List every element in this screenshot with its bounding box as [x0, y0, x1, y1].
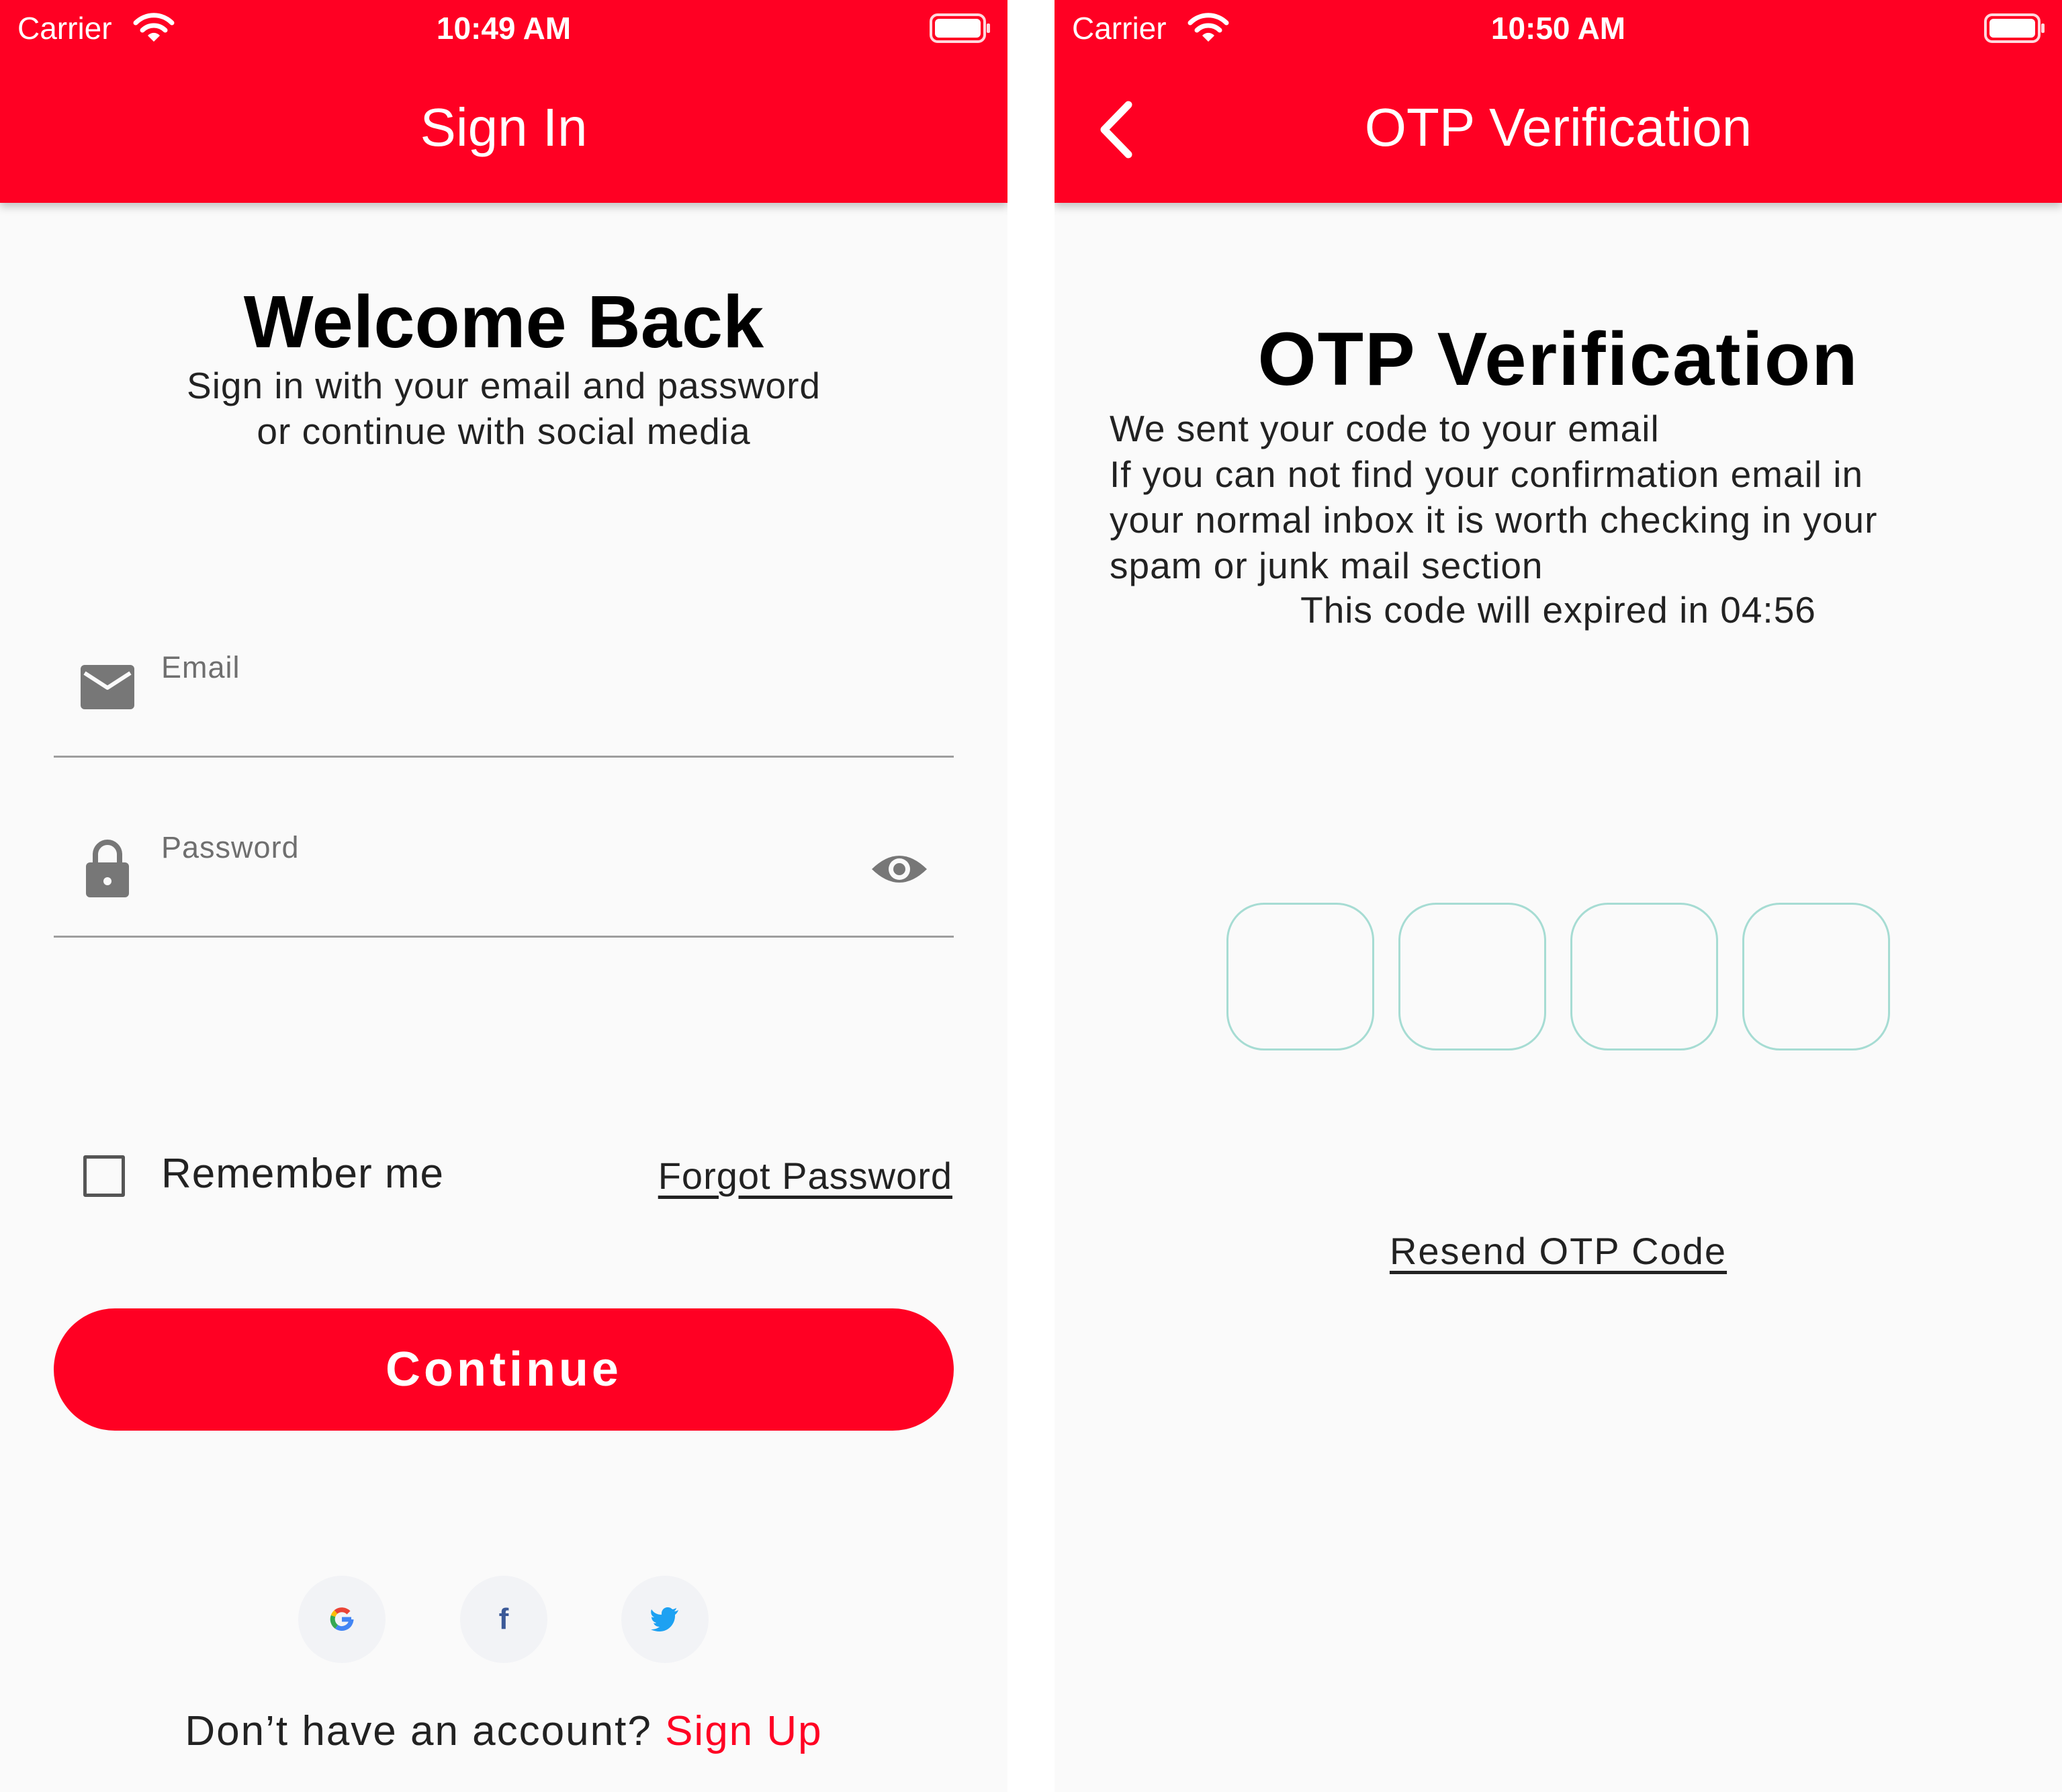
google-icon — [330, 1607, 354, 1631]
twitter-button[interactable] — [621, 1576, 709, 1663]
otp-digit-input-1[interactable] — [1226, 903, 1374, 1050]
lock-icon — [86, 840, 129, 897]
otp-line-3: your normal inbox it is worth checking i… — [1110, 499, 1878, 541]
page-title: OTP Verification — [1364, 97, 1752, 157]
welcome-subtitle: Sign in with your email and password or … — [0, 363, 1007, 454]
status-time: 10:50 AM — [1490, 11, 1626, 46]
resend-otp-link[interactable]: Resend OTP Code — [1055, 1229, 2062, 1273]
otp-line-4: spam or junk mail section — [1110, 545, 1543, 586]
signup-prompt: Don’t have an account? Sign Up — [0, 1705, 1007, 1758]
page-title: Sign In — [420, 97, 588, 157]
facebook-icon: f — [498, 1603, 509, 1636]
remember-checkbox[interactable] — [83, 1155, 125, 1197]
otp-heading: OTP Verification — [1257, 317, 1859, 401]
password-label: Password — [161, 830, 300, 864]
sign-in-screen: Carrier 10:49 AM Sign In Welcome Back Si… — [0, 0, 1007, 1792]
email-underline — [54, 756, 954, 758]
battery-icon — [1984, 13, 2045, 43]
sign-up-link[interactable]: Sign Up — [665, 1708, 823, 1754]
otp-digit-input-3[interactable] — [1570, 903, 1718, 1050]
otp-digit-input-4[interactable] — [1742, 903, 1890, 1050]
app-bar: Carrier 10:49 AM Sign In — [0, 0, 1007, 203]
app-bar: Carrier 10:50 AM OTP Verification — [1055, 0, 2062, 203]
eye-icon[interactable] — [869, 848, 930, 891]
remember-label: Remember me — [161, 1151, 444, 1197]
status-time: 10:49 AM — [436, 11, 572, 46]
continue-button[interactable]: Continue — [54, 1308, 954, 1431]
subtitle-line-1: Sign in with your email and password — [187, 365, 821, 406]
otp-screen: Carrier 10:50 AM OTP Verification OTP Ve… — [1055, 0, 2062, 1792]
facebook-button[interactable]: f — [460, 1576, 547, 1663]
twitter-icon — [651, 1607, 678, 1631]
otp-line-1: We sent your code to your email — [1110, 408, 1660, 449]
mail-icon — [81, 665, 134, 709]
otp-digit-input-2[interactable] — [1398, 903, 1546, 1050]
password-underline — [54, 936, 954, 938]
otp-instructions: We sent your code to your email If you c… — [1110, 406, 2003, 588]
email-label: Email — [161, 650, 240, 684]
subtitle-line-2: or continue with social media — [257, 410, 751, 452]
forgot-password-link[interactable]: Forgot Password — [658, 1154, 952, 1198]
battery-icon — [930, 13, 990, 43]
google-button[interactable] — [298, 1576, 386, 1663]
otp-line-2: If you can not find your confirmation em… — [1110, 453, 1864, 495]
welcome-heading: Welcome Back — [243, 281, 764, 363]
no-account-text: Don’t have an account? — [185, 1708, 652, 1754]
otp-expiry-text: This code will expired in 04:56 — [1300, 589, 1816, 631]
